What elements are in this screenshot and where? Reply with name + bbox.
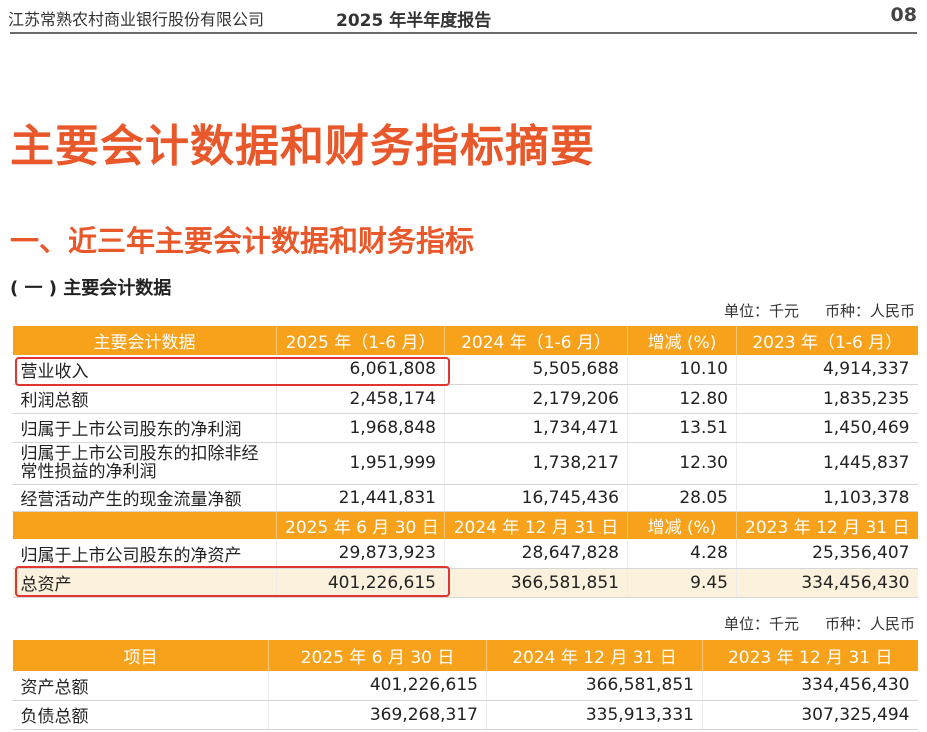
cell-value: 12.30	[627, 442, 737, 485]
col-header: 2025 年 6 月 30 日	[276, 511, 445, 539]
unit-note-1: 单位：千元 币种：人民币	[724, 300, 915, 321]
col-header: 增减 (%)	[627, 511, 737, 539]
section-title: 一、近三年主要会计数据和财务指标	[10, 224, 475, 258]
table-row: 资产总额 401,226,615 366,581,851 334,456,430	[12, 671, 918, 701]
col-header: 2024 年（1-6 月）	[444, 326, 628, 355]
cell-value: 369,268,317	[268, 700, 487, 730]
table-row: 利润总额 2,458,174 2,179,206 12.80 1,835,235	[12, 384, 918, 414]
col-header: 2023 年 12 月 31 日	[736, 511, 918, 539]
cell-value: 1,951,999	[276, 442, 445, 485]
header-divider	[10, 32, 917, 34]
cell-value: 9.45	[627, 568, 737, 598]
subsection-title: ( 一 ) 主要会计数据	[10, 278, 172, 299]
cell-value: 28.05	[627, 484, 737, 512]
col-header: 2024 年 12 月 31 日	[486, 640, 703, 671]
table-row: 归属于上市公司股东的扣除非经常性损益的净利润 1,951,999 1,738,2…	[12, 442, 918, 485]
cell-value: 13.51	[627, 413, 737, 443]
cell-value: 4,914,337	[736, 355, 918, 385]
col-header: 主要会计数据	[12, 326, 277, 355]
cell-value: 334,456,430	[702, 671, 918, 701]
highlight-box-revenue	[15, 357, 450, 386]
cell-value: 1,968,848	[276, 413, 445, 443]
assets-liabilities-table: 项目 2025 年 6 月 30 日 2024 年 12 月 31 日 2023…	[12, 640, 918, 730]
highlight-box-total-assets	[15, 566, 450, 597]
col-header: 2025 年 6 月 30 日	[268, 640, 487, 671]
unit-note-2: 单位：千元 币种：人民币	[724, 613, 915, 634]
table-row: 归属于上市公司股东的净利润 1,968,848 1,734,471 13.51 …	[12, 413, 918, 443]
row-label: 归属于上市公司股东的扣除非经常性损益的净利润	[12, 442, 277, 485]
col-header	[12, 511, 277, 539]
table-row: 归属于上市公司股东的净资产 29,873,923 28,647,828 4.28…	[12, 539, 918, 569]
cell-value: 1,835,235	[736, 384, 918, 414]
cell-value: 29,873,923	[276, 539, 445, 569]
cell-value: 10.10	[627, 355, 737, 385]
page-title: 主要会计数据和财务指标摘要	[10, 121, 595, 172]
currency-label: 币种：人民币	[824, 302, 915, 320]
cell-value: 5,505,688	[444, 355, 628, 385]
col-header: 2023 年 12 月 31 日	[702, 640, 918, 671]
col-header: 2024 年 12 月 31 日	[444, 511, 628, 539]
cell-value: 1,103,378	[736, 484, 918, 512]
col-header: 2023 年（1-6 月）	[736, 326, 918, 355]
page-number: 08	[890, 4, 917, 26]
col-header: 项目	[12, 640, 269, 671]
col-header: 增减 (%)	[627, 326, 737, 355]
cell-value: 366,581,851	[444, 568, 628, 598]
cell-value: 28,647,828	[444, 539, 628, 569]
table-row: 经营活动产生的现金流量净额 21,441,831 16,745,436 28.0…	[12, 484, 918, 512]
row-label: 负债总额	[12, 700, 269, 730]
col-header: 2025 年（1-6 月）	[276, 326, 445, 355]
cell-value: 21,441,831	[276, 484, 445, 512]
row-label: 经营活动产生的现金流量净额	[12, 484, 277, 512]
cell-value: 25,356,407	[736, 539, 918, 569]
cell-value: 307,325,494	[702, 700, 918, 730]
cell-value: 16,745,436	[444, 484, 628, 512]
cell-value: 4.28	[627, 539, 737, 569]
table-row: 负债总额 369,268,317 335,913,331 307,325,494	[12, 700, 918, 730]
row-label: 归属于上市公司股东的净资产	[12, 539, 277, 569]
row-label: 资产总额	[12, 671, 269, 701]
unit-label: 单位：千元	[723, 615, 799, 633]
cell-value: 335,913,331	[486, 700, 703, 730]
cell-value: 366,581,851	[486, 671, 703, 701]
cell-value: 1,450,469	[736, 413, 918, 443]
cell-value: 334,456,430	[736, 568, 918, 598]
table-subheader-row: 2025 年 6 月 30 日 2024 年 12 月 31 日 增减 (%) …	[12, 511, 918, 539]
cell-value: 1,738,217	[444, 442, 628, 485]
row-label: 利润总额	[12, 384, 277, 414]
cell-value: 401,226,615	[268, 671, 487, 701]
table-header-row: 项目 2025 年 6 月 30 日 2024 年 12 月 31 日 2023…	[12, 640, 918, 671]
header-company: 江苏常熟农村商业银行股份有限公司	[8, 10, 265, 29]
cell-value: 1,734,471	[444, 413, 628, 443]
table-header-row: 主要会计数据 2025 年（1-6 月） 2024 年（1-6 月） 增减 (%…	[12, 326, 918, 355]
cell-value: 2,458,174	[276, 384, 445, 414]
header-report-title: 2025 年半年度报告	[336, 11, 492, 31]
cell-value: 2,179,206	[444, 384, 628, 414]
cell-value: 12.80	[627, 384, 737, 414]
row-label: 归属于上市公司股东的净利润	[12, 413, 277, 443]
cell-value: 1,445,837	[736, 442, 918, 485]
currency-label: 币种：人民币	[824, 615, 915, 633]
unit-label: 单位：千元	[723, 302, 799, 320]
